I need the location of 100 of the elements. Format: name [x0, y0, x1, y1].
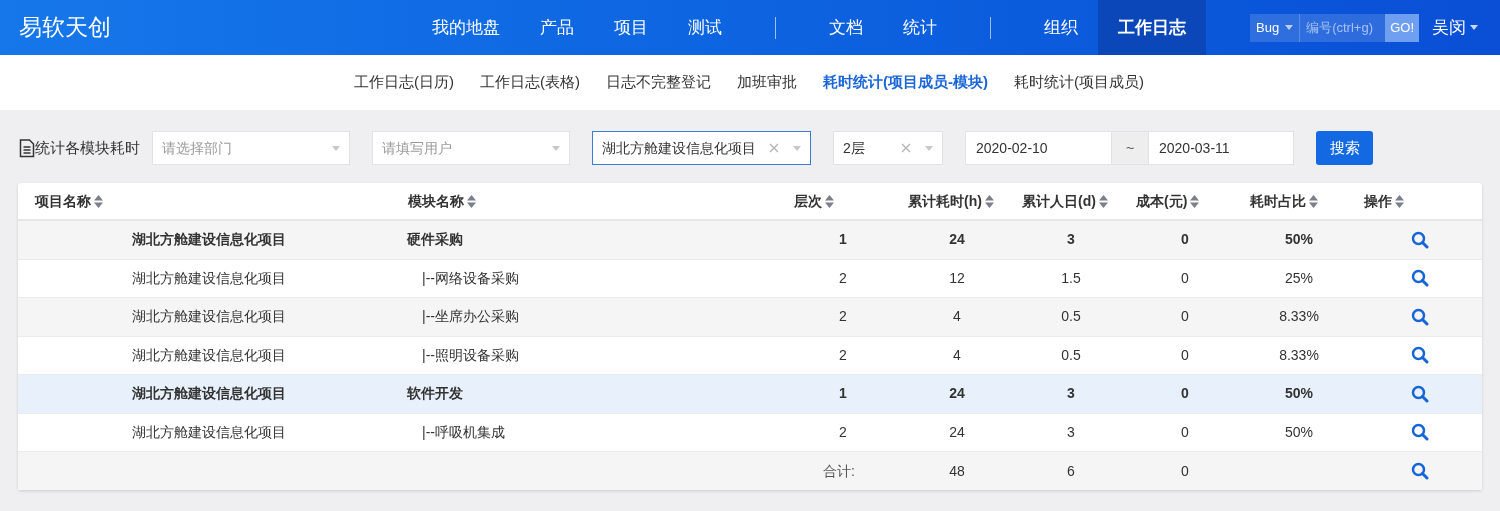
- search-icon[interactable]: [1411, 346, 1429, 365]
- brand-logo[interactable]: 易软天创: [0, 10, 412, 45]
- table-row[interactable]: 湖北方舱建设信息化项目 |--网络设备采购 2 12 1.5 0 25%: [18, 259, 1482, 298]
- column-header[interactable]: 累计耗时(h): [893, 190, 1007, 212]
- sort-icon[interactable]: [825, 194, 834, 208]
- table-cell-text: 2: [838, 345, 848, 365]
- table-cell-text: |--照明设备采购: [421, 345, 520, 365]
- caret-icon: [925, 145, 933, 151]
- sort-icon[interactable]: [1395, 194, 1404, 208]
- table-cell-text: 0: [1180, 422, 1190, 442]
- subnav-tab[interactable]: 加班审批: [737, 71, 797, 94]
- table-cell-text: 12: [948, 268, 966, 288]
- level-select[interactable]: 2层: [833, 131, 943, 165]
- table-cell-text: 24: [948, 384, 966, 404]
- table-cell-text: 0: [1180, 268, 1190, 288]
- nav-tab[interactable]: 我的地盘: [412, 0, 520, 55]
- table-cell-text: 0.5: [1060, 307, 1082, 327]
- clear-icon[interactable]: [769, 143, 779, 153]
- sort-icon[interactable]: [94, 194, 103, 208]
- table-cell-text: 0: [1180, 345, 1190, 365]
- column-header[interactable]: 操作: [1349, 190, 1478, 212]
- column-header[interactable]: 耗时占比: [1235, 190, 1349, 212]
- clear-icon[interactable]: [901, 143, 911, 153]
- nav-tab[interactable]: 统计: [883, 0, 957, 55]
- search-icon[interactable]: [1411, 462, 1429, 480]
- search-icon[interactable]: [1411, 423, 1429, 442]
- table-row[interactable]: 湖北方舱建设信息化项目 |--呼吸机集成 2 24 3 0 50%: [18, 413, 1482, 452]
- table-cell-text: 0: [1180, 307, 1190, 327]
- sort-icon[interactable]: [1190, 194, 1200, 208]
- start-date-field[interactable]: 2020-02-10: [965, 131, 1112, 165]
- filter-title: 统计各模块耗时: [35, 137, 140, 158]
- table-row[interactable]: 湖北方舱建设信息化项目 软件开发 1 24 3 0 50%: [18, 375, 1482, 414]
- table-cell-text: 50%: [1284, 384, 1314, 404]
- table-cell-text: 50%: [1284, 422, 1314, 442]
- sort-icon[interactable]: [1309, 194, 1318, 208]
- caret-icon: [552, 145, 560, 151]
- nav-tab[interactable]: 文档: [809, 0, 883, 55]
- table-cell-text: 3: [1066, 384, 1076, 404]
- table-cell-text: 48: [948, 461, 966, 481]
- sort-icon[interactable]: [1098, 194, 1108, 208]
- table-row[interactable]: 湖北方舱建设信息化项目 |--坐席办公采购 2 4 0.5 0 8.33%: [18, 298, 1482, 337]
- sort-icon[interactable]: [467, 194, 476, 208]
- table-cell-text: |--呼吸机集成: [421, 422, 506, 442]
- nav-tab[interactable]: 组织: [1024, 0, 1098, 55]
- table-cell-text: 湖北方舱建设信息化项目: [131, 268, 287, 288]
- total-label: 合计:: [822, 461, 856, 481]
- date-separator: ~: [1112, 131, 1148, 165]
- table-cell-text: 湖北方舱建设信息化项目: [131, 307, 287, 327]
- column-header[interactable]: 项目名称: [18, 190, 400, 212]
- table-cell-text: 8.33%: [1278, 307, 1320, 327]
- table-cell-text: 8.33%: [1278, 345, 1320, 365]
- subnav-tab[interactable]: 耗时统计(项目成员): [1014, 71, 1144, 94]
- table-cell-text: 2: [838, 307, 848, 327]
- project-select[interactable]: 湖北方舱建设信息化项目: [592, 131, 811, 165]
- user-menu[interactable]: 吴闵: [1432, 14, 1478, 41]
- table-cell-text: 湖北方舱建设信息化项目: [131, 345, 287, 365]
- table-row[interactable]: 湖北方舱建设信息化项目 硬件采购 1 24 3 0 50%: [18, 221, 1482, 260]
- search-button[interactable]: 搜索: [1316, 131, 1373, 165]
- column-header[interactable]: 成本(元): [1121, 190, 1235, 212]
- nav-tab[interactable]: 测试: [668, 0, 742, 55]
- table-cell-text: 湖北方舱建设信息化项目: [131, 384, 287, 404]
- table-cell-text: 6: [1066, 461, 1076, 481]
- table-cell-text: 4: [952, 307, 962, 327]
- caret-icon: [1285, 25, 1294, 30]
- caret-icon: [1470, 25, 1478, 30]
- nav-tab[interactable]: 工作日志: [1098, 0, 1206, 55]
- column-header[interactable]: 层次: [779, 190, 893, 212]
- search-icon[interactable]: [1411, 307, 1429, 326]
- table-cell-text: 4: [952, 345, 962, 365]
- table-cell-text: 湖北方舱建设信息化项目: [131, 422, 287, 442]
- table-cell-text: 0: [1180, 461, 1190, 481]
- search-icon[interactable]: [1411, 230, 1429, 249]
- table-cell-text: 1.5: [1060, 268, 1082, 288]
- table-cell-text: 2: [838, 268, 848, 288]
- sort-icon[interactable]: [984, 194, 994, 208]
- table-cell-text: 24: [948, 230, 966, 250]
- table-cell-text: 1: [838, 230, 848, 250]
- subnav-tab[interactable]: 工作日志(日历): [354, 71, 454, 94]
- table-cell-text: 24: [948, 422, 966, 442]
- table-cell-text: 0: [1180, 384, 1190, 404]
- type-dropdown[interactable]: Bug: [1250, 13, 1300, 42]
- table-cell-text: 软件开发: [406, 384, 464, 404]
- table-cell-text: 50%: [1284, 230, 1314, 250]
- document-icon: [19, 138, 35, 158]
- table-cell-text: 1: [838, 384, 848, 404]
- search-icon[interactable]: [1411, 269, 1429, 288]
- nav-tab[interactable]: 产品: [520, 0, 594, 55]
- nav-tab[interactable]: 项目: [594, 0, 668, 55]
- table-cell-text: 3: [1066, 230, 1076, 250]
- subnav-tab[interactable]: 日志不完整登记: [606, 71, 711, 94]
- subnav-tab[interactable]: 耗时统计(项目成员-模块): [823, 71, 988, 94]
- end-date-field[interactable]: 2020-03-11: [1148, 131, 1294, 165]
- subnav-tab[interactable]: 工作日志(表格): [480, 71, 580, 94]
- table-cell-text: 0.5: [1060, 345, 1082, 365]
- caret-icon: [332, 145, 340, 151]
- search-icon[interactable]: [1411, 384, 1429, 403]
- table-row[interactable]: 湖北方舱建设信息化项目 |--照明设备采购 2 4 0.5 0 8.33%: [18, 336, 1482, 375]
- column-header[interactable]: 模块名称: [400, 190, 779, 212]
- table-cell-text: 硬件采购: [406, 230, 464, 250]
- column-header[interactable]: 累计人日(d): [1007, 190, 1121, 212]
